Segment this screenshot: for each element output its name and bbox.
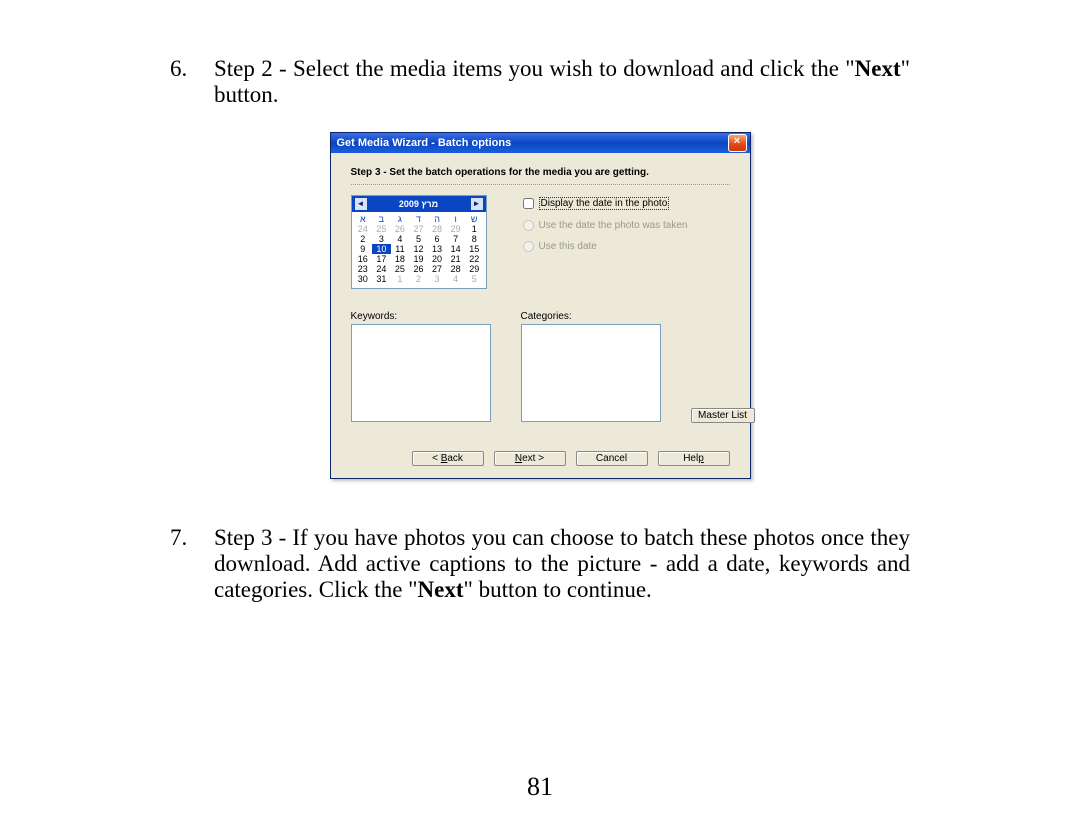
dialog-body: Step 3 - Set the batch operations for th… — [331, 153, 750, 478]
calendar-day[interactable]: 27 — [428, 264, 447, 274]
calendar-day[interactable]: 14 — [446, 244, 465, 254]
window-title: Get Media Wizard - Batch options — [337, 137, 728, 149]
use-taken-radio[interactable]: Use the date the photo was taken — [523, 220, 688, 231]
calendar-day[interactable]: 4 — [391, 234, 410, 244]
calendar-day[interactable]: 18 — [391, 254, 410, 264]
calendar-day[interactable]: 30 — [354, 274, 373, 284]
calendar-dow: ד — [409, 214, 428, 224]
calendar-next-icon[interactable]: ► — [471, 198, 483, 210]
checkbox-input[interactable] — [523, 198, 534, 209]
calendar-dow: ו — [446, 214, 465, 224]
list-text-7: Step 3 - If you have photos you can choo… — [214, 525, 910, 603]
calendar-day[interactable]: 15 — [465, 244, 484, 254]
next-button[interactable]: Next > — [494, 451, 566, 466]
calendar-dow: ג — [391, 214, 410, 224]
calendar-day[interactable]: 2 — [409, 274, 428, 284]
keywords-listbox[interactable] — [351, 324, 491, 422]
master-list-button[interactable]: Master List — [691, 408, 755, 423]
help-button[interactable]: Help — [658, 451, 730, 466]
calendar-grid: אבגדהוש242526272829123456789101112131415… — [352, 212, 486, 288]
keywords-label: Keywords: — [351, 311, 491, 322]
categories-listbox[interactable] — [521, 324, 661, 422]
calendar-day[interactable]: 21 — [446, 254, 465, 264]
calendar-day[interactable]: 9 — [354, 244, 373, 254]
calendar-day[interactable]: 27 — [409, 224, 428, 234]
calendar-dow: ש — [465, 214, 484, 224]
display-date-checkbox[interactable]: Display the date in the photo — [523, 197, 688, 210]
calendar-prev-icon[interactable]: ◄ — [355, 198, 367, 210]
date-options: Display the date in the photo Use the da… — [523, 195, 688, 289]
calendar-day[interactable]: 3 — [372, 234, 391, 244]
calendar-day[interactable]: 3 — [428, 274, 447, 284]
calendar-header: ◄ 2009 מרץ ► — [352, 196, 486, 212]
calendar-day[interactable]: 5 — [465, 274, 484, 284]
calendar-day[interactable]: 4 — [446, 274, 465, 284]
use-this-radio[interactable]: Use this date — [523, 241, 688, 252]
calendar-day[interactable]: 5 — [409, 234, 428, 244]
text: Step 2 - Select the media items you wish… — [214, 56, 855, 81]
page-number: 81 — [0, 772, 1080, 802]
categories-field: Categories: — [521, 311, 661, 422]
use-this-label: Use this date — [539, 241, 597, 252]
calendar-day[interactable]: 1 — [391, 274, 410, 284]
calendar-day[interactable]: 31 — [372, 274, 391, 284]
calendar-day[interactable]: 19 — [409, 254, 428, 264]
list-item-7: 7. Step 3 - If you have photos you can c… — [170, 525, 910, 603]
calendar-day[interactable]: 28 — [428, 224, 447, 234]
calendar-day[interactable]: 11 — [391, 244, 410, 254]
text: " button to continue. — [464, 577, 652, 602]
radio-input[interactable] — [523, 241, 534, 252]
calendar-day[interactable]: 8 — [465, 234, 484, 244]
calendar-month-label: 2009 מרץ — [399, 199, 438, 209]
calendar-day[interactable]: 2 — [354, 234, 373, 244]
calendar-dow: א — [354, 214, 373, 224]
cancel-button[interactable]: Cancel — [576, 451, 648, 466]
categories-label: Categories: — [521, 311, 661, 322]
bold-next: Next — [418, 577, 464, 602]
wizard-dialog: Get Media Wizard - Batch options × Step … — [330, 132, 751, 479]
button-bar: < Back Next > Cancel Help — [351, 451, 730, 466]
calendar-day[interactable]: 25 — [391, 264, 410, 274]
bold-next: Next — [855, 56, 901, 81]
calendar-day[interactable]: 26 — [409, 264, 428, 274]
use-taken-label: Use the date the photo was taken — [539, 220, 688, 231]
titlebar: Get Media Wizard - Batch options × — [331, 133, 750, 153]
calendar-day[interactable]: 17 — [372, 254, 391, 264]
calendar-day[interactable]: 29 — [446, 224, 465, 234]
calendar-dow: ה — [428, 214, 447, 224]
close-icon[interactable]: × — [728, 134, 747, 152]
radio-input[interactable] — [523, 220, 534, 231]
back-button[interactable]: < Back — [412, 451, 484, 466]
calendar[interactable]: ◄ 2009 מרץ ► אבגדהוש24252627282912345678… — [351, 195, 487, 289]
calendar-day[interactable]: 10 — [372, 244, 391, 254]
calendar-day[interactable]: 29 — [465, 264, 484, 274]
calendar-day[interactable]: 23 — [354, 264, 373, 274]
list-text-6: Step 2 - Select the media items you wish… — [214, 56, 910, 108]
calendar-day[interactable]: 7 — [446, 234, 465, 244]
list-number: 7. — [170, 525, 214, 603]
step-heading: Step 3 - Set the batch operations for th… — [351, 167, 730, 185]
calendar-day[interactable]: 24 — [372, 264, 391, 274]
calendar-day[interactable]: 13 — [428, 244, 447, 254]
calendar-day[interactable]: 1 — [465, 224, 484, 234]
calendar-dow: ב — [372, 214, 391, 224]
calendar-day[interactable]: 20 — [428, 254, 447, 264]
calendar-day[interactable]: 12 — [409, 244, 428, 254]
calendar-day[interactable]: 6 — [428, 234, 447, 244]
calendar-day[interactable]: 25 — [372, 224, 391, 234]
calendar-day[interactable]: 28 — [446, 264, 465, 274]
calendar-day[interactable]: 26 — [391, 224, 410, 234]
list-item-6: 6. Step 2 - Select the media items you w… — [170, 56, 910, 108]
keywords-field: Keywords: — [351, 311, 491, 422]
display-date-label: Display the date in the photo — [539, 197, 670, 210]
calendar-day[interactable]: 22 — [465, 254, 484, 264]
calendar-day[interactable]: 16 — [354, 254, 373, 264]
calendar-day[interactable]: 24 — [354, 224, 373, 234]
list-number: 6. — [170, 56, 214, 108]
